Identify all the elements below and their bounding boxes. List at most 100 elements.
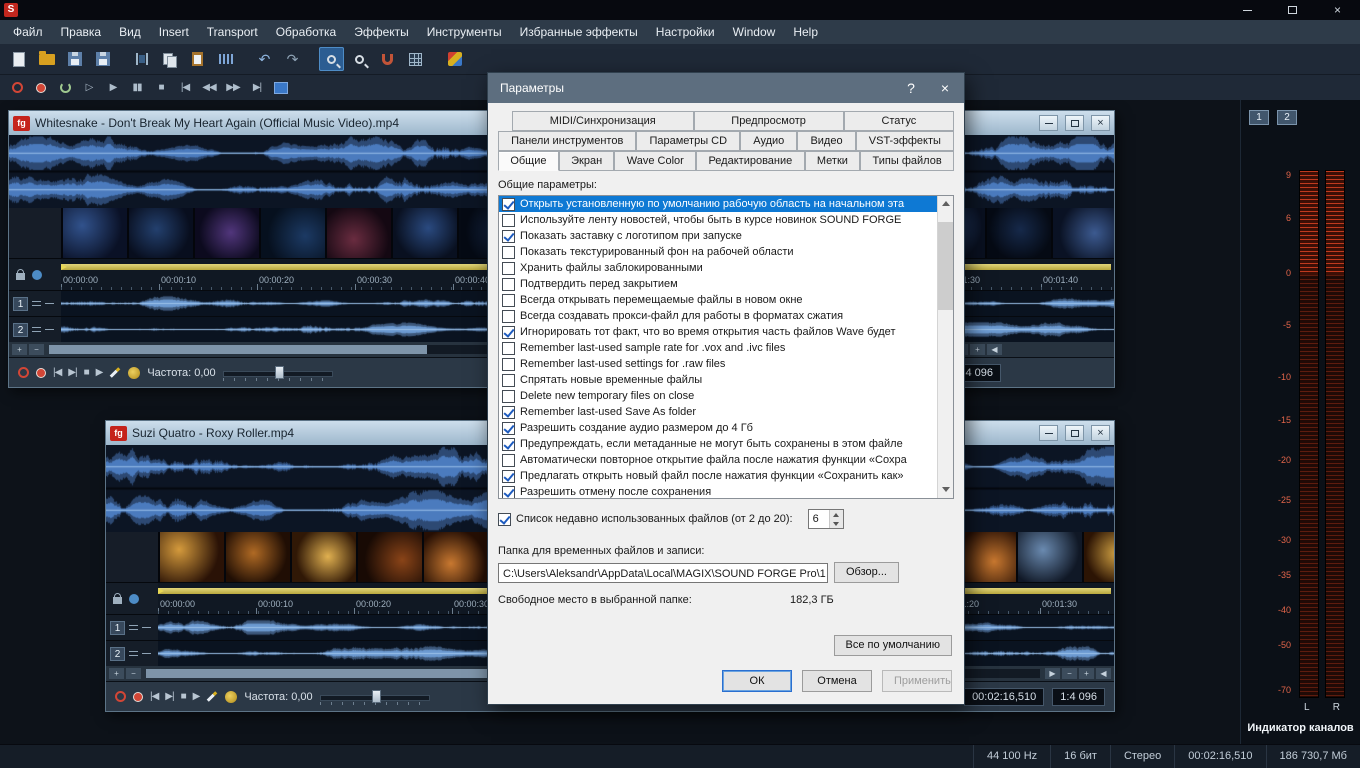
vertical-scrollbar[interactable] (937, 196, 953, 498)
option-row-16[interactable]: Автоматически повторное открытие файла п… (499, 452, 937, 468)
menu-item-9[interactable]: Настройки (647, 21, 724, 43)
track-number-button[interactable]: 1 (13, 297, 28, 311)
stop-button[interactable]: ■ (150, 78, 172, 98)
scrollbar-thumb[interactable] (146, 669, 521, 678)
spinner-up-icon[interactable] (830, 510, 843, 519)
undo-button[interactable]: ↶ (252, 47, 277, 71)
spinner-down-icon[interactable] (830, 519, 843, 528)
option-checkbox[interactable] (502, 326, 515, 339)
menu-item-10[interactable]: Window (724, 21, 785, 43)
go-to-start-button[interactable]: |◀ (150, 691, 158, 702)
option-row-15[interactable]: Предупреждать, если метаданные не могут … (499, 436, 937, 452)
forward-button[interactable]: ▶▶ (222, 78, 244, 98)
video-thumbnail[interactable] (160, 532, 224, 582)
video-thumbnail[interactable] (261, 208, 325, 258)
video-thumbnail[interactable] (393, 208, 457, 258)
scrub-button[interactable] (225, 691, 237, 703)
menu-item-2[interactable]: Вид (110, 21, 150, 43)
redo-button[interactable]: ↷ (280, 47, 305, 71)
option-row-0[interactable]: Открыть установленную по умолчанию рабоч… (499, 196, 937, 212)
option-checkbox[interactable] (502, 214, 515, 227)
loop-playback-button[interactable] (54, 78, 76, 98)
tab-Wave Color[interactable]: Wave Color (614, 151, 696, 171)
option-checkbox[interactable] (502, 358, 515, 371)
speaker-icon[interactable] (129, 594, 139, 604)
zoom-out-button[interactable]: − (1062, 668, 1077, 679)
video-thumbnail[interactable] (63, 208, 127, 258)
option-checkbox[interactable] (502, 406, 515, 419)
dialog-title-bar[interactable]: Параметры ? × (488, 73, 964, 103)
video-thumbnail[interactable] (226, 532, 290, 582)
menu-item-7[interactable]: Инструменты (418, 21, 511, 43)
snap-button[interactable] (375, 47, 400, 71)
save-as-button[interactable] (90, 47, 115, 71)
scrub-speed-slider[interactable] (223, 366, 333, 380)
menu-item-1[interactable]: Правка (52, 21, 111, 43)
ok-button[interactable]: ОК (722, 670, 792, 692)
stop-button[interactable]: ■ (181, 691, 186, 702)
edit-tool-button[interactable] (109, 371, 121, 374)
temp-folder-input[interactable]: C:\Users\Aleksandr\AppData\Local\MAGIX\S… (498, 563, 828, 583)
mix-button[interactable] (213, 47, 238, 71)
slider-thumb[interactable] (275, 366, 284, 379)
zoom-out-button[interactable]: − (126, 668, 141, 679)
tab-Редактирование[interactable]: Редактирование (696, 151, 804, 171)
defaults-button[interactable]: Все по умолчанию (834, 635, 952, 656)
stop-button[interactable]: ■ (84, 367, 89, 378)
tab-MIDI/Синхронизация[interactable]: MIDI/Синхронизация (512, 111, 694, 131)
option-row-4[interactable]: Хранить файлы заблокированными (499, 260, 937, 276)
scroll-up-button[interactable] (938, 196, 953, 212)
tab-Метки[interactable]: Метки (805, 151, 861, 171)
record-prepare-button[interactable] (6, 78, 28, 98)
window-maximize-button[interactable] (1065, 115, 1084, 131)
zoom-in-button[interactable]: + (1079, 668, 1094, 679)
option-row-17[interactable]: Предлагать открыть новый файл после нажа… (499, 468, 937, 484)
track-number-button[interactable]: 2 (110, 647, 125, 661)
option-checkbox[interactable] (502, 390, 515, 403)
video-thumbnail[interactable] (1053, 208, 1114, 258)
menu-item-0[interactable]: Файл (4, 21, 52, 43)
window-minimize-button[interactable] (1039, 115, 1058, 131)
menu-item-4[interactable]: Transport (198, 21, 267, 43)
video-thumbnail[interactable] (129, 208, 193, 258)
go-to-end-button[interactable]: ▶| (68, 367, 76, 378)
record-button[interactable] (30, 78, 52, 98)
option-checkbox[interactable] (502, 438, 515, 451)
window-close-button[interactable]: × (1091, 425, 1110, 441)
option-checkbox[interactable] (502, 374, 515, 387)
go-to-end-button[interactable]: ▶| (246, 78, 268, 98)
play-button[interactable]: ▶ (193, 691, 200, 702)
play-all-button[interactable]: ▷ (78, 78, 100, 98)
option-checkbox[interactable] (502, 246, 515, 259)
record-prepare-button[interactable] (115, 691, 126, 702)
option-row-2[interactable]: Показать заставку с логотипом при запуск… (499, 228, 937, 244)
scroll-down-button[interactable] (938, 482, 953, 498)
scrub-speed-slider[interactable] (320, 690, 430, 704)
option-row-8[interactable]: Игнорировать тот факт, что во время откр… (499, 324, 937, 340)
option-checkbox[interactable] (502, 230, 515, 243)
window-minimize-button[interactable] (1039, 425, 1058, 441)
video-thumbnail[interactable] (327, 208, 391, 258)
tab-Предпросмотр[interactable]: Предпросмотр (694, 111, 844, 131)
menu-item-6[interactable]: Эффекты (345, 21, 418, 43)
option-checkbox[interactable] (502, 342, 515, 355)
edit-tool-button[interactable] (206, 695, 218, 698)
paste-button[interactable] (185, 47, 210, 71)
go-to-start-button[interactable]: |◀ (174, 78, 196, 98)
option-row-14[interactable]: Разрешить создание аудио размером до 4 Г… (499, 420, 937, 436)
record-prepare-button[interactable] (18, 367, 29, 378)
browse-button[interactable]: Обзор... (834, 562, 899, 583)
video-thumbnail[interactable] (424, 532, 488, 582)
menu-item-5[interactable]: Обработка (267, 21, 346, 43)
speaker-icon[interactable] (32, 270, 42, 280)
zoom-button[interactable] (347, 47, 372, 71)
option-checkbox[interactable] (502, 310, 515, 323)
save-button[interactable] (62, 47, 87, 71)
tab-Статус[interactable]: Статус (844, 111, 954, 131)
meter-channel-button-1[interactable]: 1 (1249, 110, 1269, 125)
zoom-in-button[interactable]: + (109, 668, 124, 679)
minimize-button[interactable] (1225, 0, 1270, 20)
track-minimize-icon[interactable] (45, 329, 54, 330)
new-file-button[interactable] (6, 47, 31, 71)
record-button[interactable] (36, 368, 46, 378)
